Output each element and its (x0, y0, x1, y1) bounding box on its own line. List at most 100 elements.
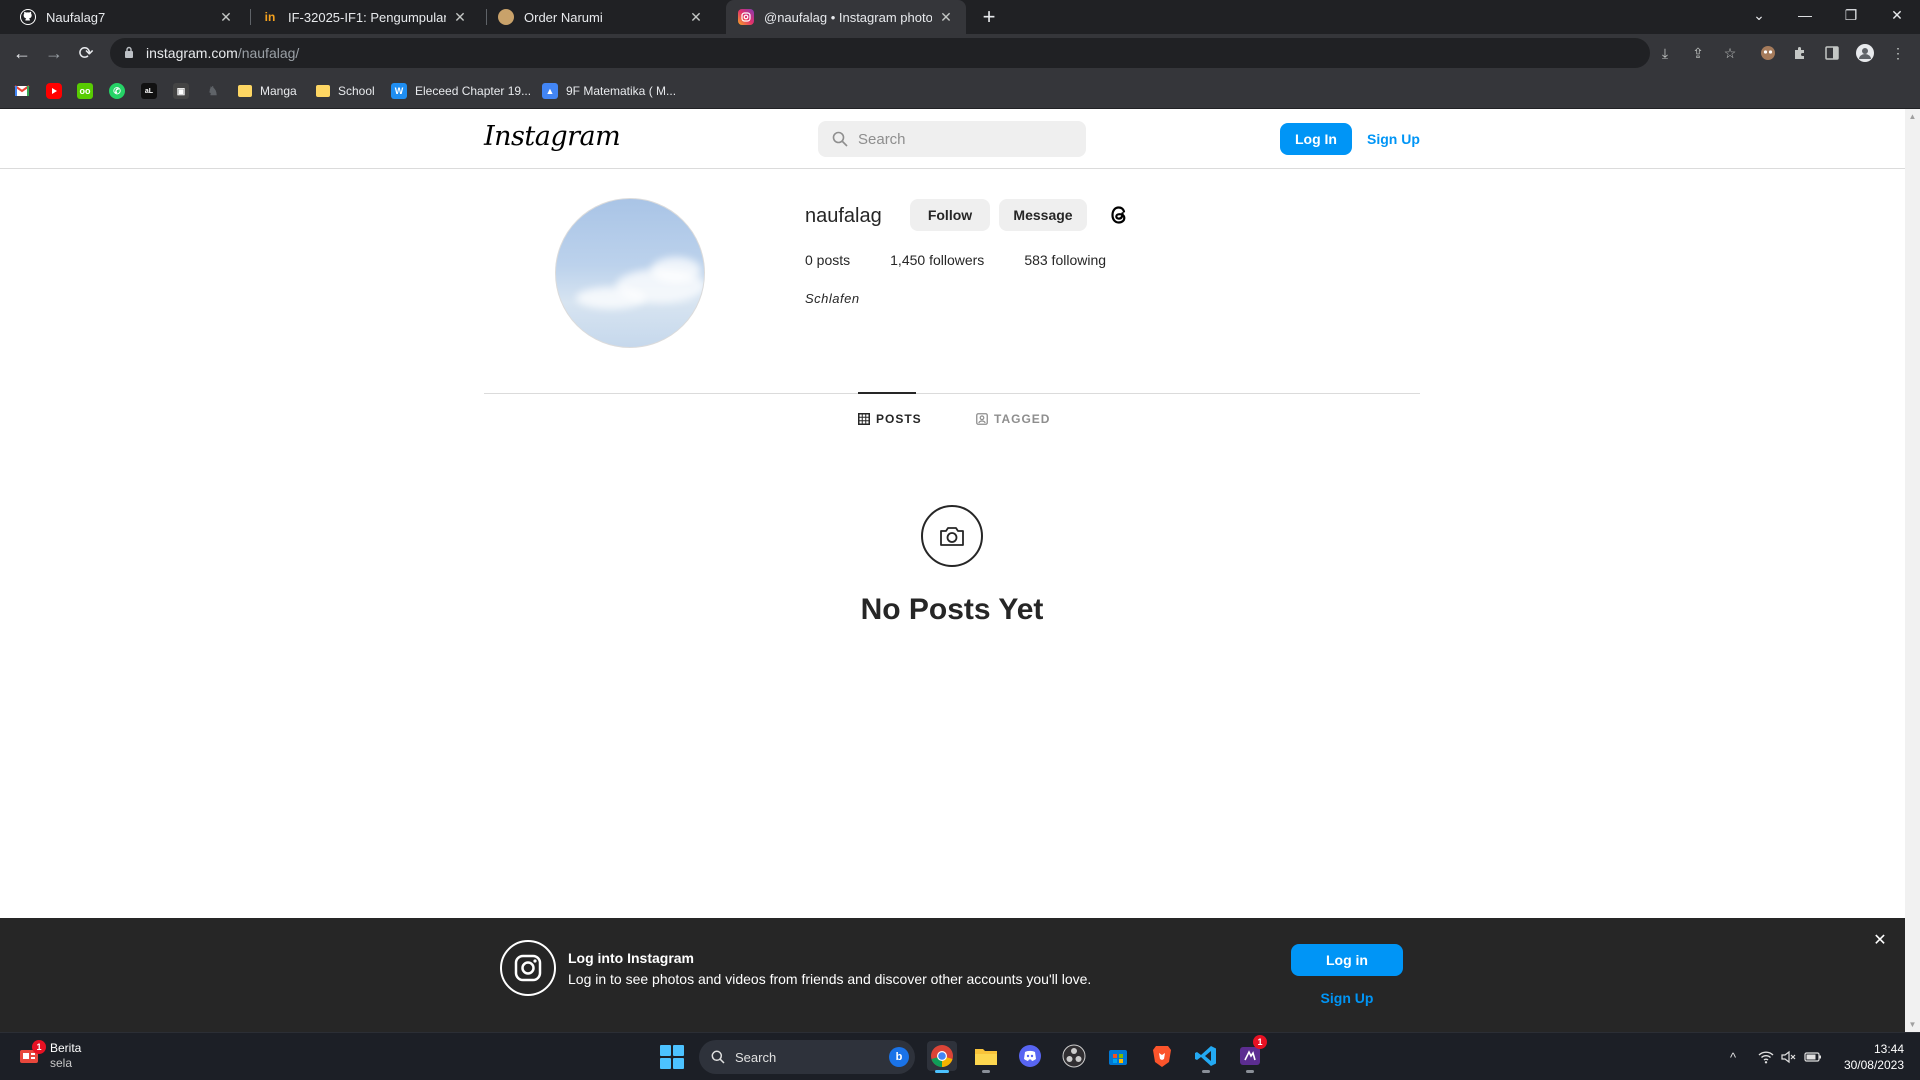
bookmark-eleceed[interactable]: W Eleceed Chapter 19... (391, 81, 531, 101)
start-button[interactable] (660, 1045, 684, 1069)
page-viewport: Instagram Log In Sign Up naufalag Follow… (0, 109, 1905, 1032)
clock-time: 13:44 (1873, 1042, 1904, 1056)
threads-icon[interactable] (1106, 202, 1132, 228)
volume-muted-icon[interactable] (1779, 1047, 1799, 1067)
running-indicator (1246, 1070, 1254, 1073)
page-scrollbar[interactable]: ▲ ▼ (1905, 109, 1920, 1032)
close-icon[interactable]: ✕ (218, 9, 234, 26)
running-indicator (1202, 1070, 1210, 1073)
bookmark-ghost[interactable]: ♞ (205, 81, 229, 101)
bookmark-folder-school[interactable]: School (316, 81, 375, 101)
tagged-icon (976, 413, 988, 425)
bookmark-site[interactable]: aL (141, 81, 165, 101)
sign-up-link[interactable]: Sign Up (1367, 131, 1420, 147)
show-hidden-icons-chevron-icon[interactable]: ^ (1723, 1047, 1743, 1067)
bookmark-manga-site[interactable]: ▣ (173, 81, 197, 101)
lock-icon (124, 46, 134, 61)
tab-tagged[interactable]: TAGGED (976, 412, 1050, 426)
bookmark-youtube[interactable] (46, 81, 70, 101)
scroll-up-icon[interactable]: ▲ (1905, 109, 1920, 124)
tab-label: POSTS (876, 412, 922, 426)
bookmark-gmail[interactable] (14, 81, 38, 101)
bing-icon: b (889, 1047, 909, 1067)
tab-search-chevron-icon[interactable]: ⌄ (1736, 0, 1782, 30)
minimize-button[interactable]: — (1782, 0, 1828, 30)
side-panel-icon[interactable] (1822, 43, 1842, 63)
discord-icon[interactable] (1015, 1041, 1045, 1071)
forward-button[interactable]: → (42, 41, 66, 65)
folder-icon (316, 85, 330, 97)
battery-icon[interactable] (1803, 1047, 1823, 1067)
back-button[interactable]: ← (10, 41, 34, 65)
search-input[interactable] (858, 130, 1068, 148)
news-widget-subtitle: sela (50, 1056, 73, 1070)
url-host: instagram.com (146, 45, 238, 61)
instagram-icon (500, 940, 556, 996)
duolingo-icon: oo (77, 83, 93, 99)
instagram-logo[interactable]: Instagram (484, 121, 621, 152)
ig-header: Instagram Log In Sign Up (0, 109, 1905, 169)
obs-icon[interactable] (1059, 1041, 1089, 1071)
close-window-button[interactable]: ✕ (1874, 0, 1920, 30)
tab-title: IF-32025-IF1: Pengumpulan Prog (288, 9, 446, 25)
tab-course[interactable]: in IF-32025-IF1: Pengumpulan Prog ✕ (250, 0, 480, 34)
banner-text: Log in to see photos and videos from fri… (568, 971, 1092, 987)
chrome-icon[interactable] (927, 1041, 957, 1073)
profile-avatar-icon[interactable] (1855, 43, 1875, 63)
follow-button[interactable]: Follow (910, 199, 990, 231)
brave-icon[interactable] (1147, 1041, 1177, 1071)
search-box[interactable] (818, 121, 1086, 157)
tab-label: TAGGED (994, 412, 1051, 426)
close-icon[interactable]: ✕ (688, 9, 704, 26)
address-bar[interactable]: instagram.com/naufalag/ (110, 38, 1650, 68)
taskbar-search[interactable]: Search b (699, 1040, 915, 1074)
close-icon[interactable]: ✕ (938, 9, 954, 26)
banner-sign-up-link[interactable]: Sign Up (1291, 990, 1403, 1006)
gmail-icon (14, 83, 30, 99)
bookmark-classroom[interactable]: ▲ 9F Matematika ( M... (542, 81, 676, 101)
store-icon[interactable] (1103, 1041, 1133, 1071)
file-explorer-icon[interactable] (971, 1041, 1001, 1073)
manga-site-icon: ▣ (173, 83, 189, 99)
wifi-icon[interactable] (1756, 1047, 1776, 1067)
tab-posts[interactable]: POSTS (858, 412, 922, 426)
tab-title: @naufalag • Instagram photos an (764, 9, 932, 25)
posts-count: 0 posts (805, 252, 851, 268)
reload-button[interactable]: ⟳ (74, 41, 98, 65)
following-count[interactable]: 583 following (1024, 252, 1106, 268)
install-app-icon[interactable]: ⤓ (1655, 43, 1675, 63)
bookmark-label: Manga (260, 84, 297, 98)
extension-avatar-icon[interactable] (1758, 43, 1778, 63)
tab-order[interactable]: Order Narumi ✕ (486, 0, 716, 34)
vscode-icon[interactable] (1191, 1041, 1221, 1073)
bookmark-duolingo[interactable]: oo (77, 81, 101, 101)
bookmark-folder-manga[interactable]: Manga (238, 81, 297, 101)
restore-button[interactable]: ❐ (1828, 0, 1874, 30)
profile-avatar[interactable] (555, 198, 705, 348)
instagram-icon (738, 9, 754, 25)
bookmark-star-icon[interactable]: ☆ (1720, 43, 1740, 63)
order-site-icon (498, 9, 514, 25)
bookmark-whatsapp[interactable]: ✆ (109, 81, 133, 101)
tab-instagram[interactable]: @naufalag • Instagram photos an ✕ (726, 0, 966, 34)
close-icon[interactable]: ✕ (1870, 930, 1890, 950)
banner-log-in-button[interactable]: Log in (1291, 944, 1403, 976)
new-tab-button[interactable]: + (975, 0, 1003, 34)
scroll-down-icon[interactable]: ▼ (1905, 1017, 1920, 1032)
extensions-puzzle-icon[interactable] (1790, 43, 1810, 63)
message-button[interactable]: Message (999, 199, 1087, 231)
browser-tabstrip: Naufalag7 ✕ in IF-32025-IF1: Pengumpulan… (0, 0, 1920, 34)
grid-icon (858, 413, 870, 425)
avatar-cloud (651, 257, 701, 283)
news-widget[interactable]: 1 Berita sela (18, 1040, 81, 1071)
visual-studio-icon[interactable]: 1 (1235, 1035, 1267, 1073)
profile-stats: 0 posts 1,450 followers 583 following (805, 252, 1146, 268)
followers-count[interactable]: 1,450 followers (890, 252, 984, 268)
tab-github[interactable]: Naufalag7 ✕ (8, 0, 246, 34)
log-in-button[interactable]: Log In (1280, 123, 1352, 155)
banner-title: Log into Instagram (568, 950, 694, 966)
system-clock[interactable]: 13:44 30/08/2023 (1832, 1041, 1904, 1073)
share-icon[interactable]: ⇪ (1688, 43, 1708, 63)
chrome-menu-icon[interactable]: ⋮ (1888, 43, 1908, 63)
close-icon[interactable]: ✕ (452, 9, 468, 26)
